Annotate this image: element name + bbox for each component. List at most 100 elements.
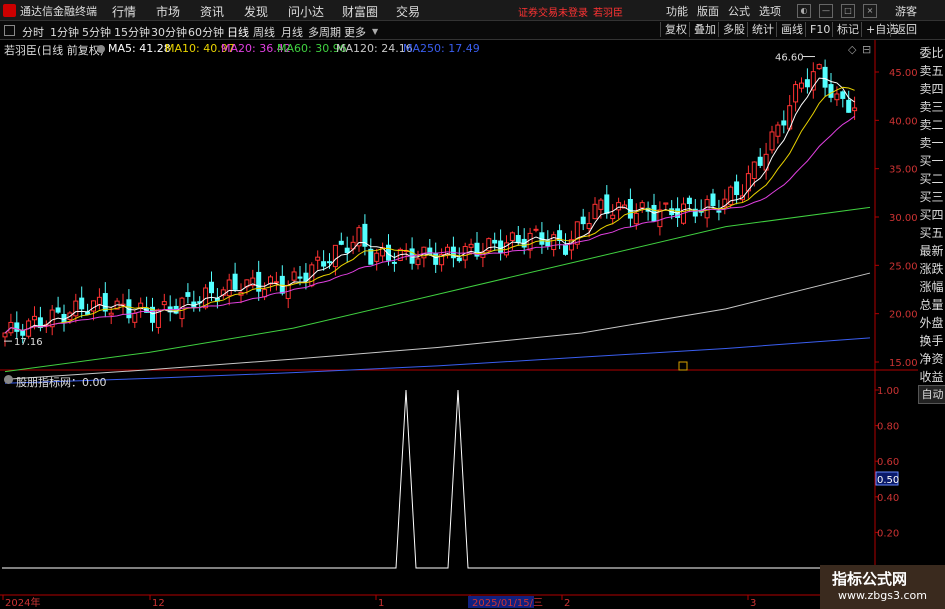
menu-trade[interactable]: 交易 <box>396 3 420 20</box>
candle <box>822 66 828 88</box>
side-item-4[interactable]: 卖二 <box>918 116 945 134</box>
watermark-url: www.zbgs3.com <box>838 589 927 602</box>
chevron-down-icon[interactable]: ▼ <box>372 27 378 36</box>
menu-ask[interactable]: 问小达 <box>288 3 324 20</box>
login-notice[interactable]: 证券交易未登录 <box>518 4 588 19</box>
side-item-14[interactable]: 总量 <box>918 296 945 314</box>
app-logo-icon <box>3 4 16 17</box>
candle <box>226 279 232 297</box>
candle <box>563 244 568 255</box>
side-item-1[interactable]: 卖五 <box>918 62 945 80</box>
candle <box>273 281 279 284</box>
candle <box>96 296 102 305</box>
candle <box>2 332 8 338</box>
menu-options[interactable]: 选项 <box>759 3 781 19</box>
skin-icon[interactable]: ◐ <box>797 4 811 18</box>
candle <box>804 79 810 88</box>
side-item-12[interactable]: 涨跌 <box>918 260 945 278</box>
chart-area[interactable]: 45.00 40.00 35.00 30.00 25.00 20.00 15.00 1.00 0… <box>0 40 918 609</box>
side-item-6[interactable]: 买一 <box>918 152 945 170</box>
side-item-17[interactable]: 净资 <box>918 350 945 368</box>
candle <box>828 84 834 98</box>
ma120-label: MA120: 24.16 <box>336 42 413 55</box>
close-icon[interactable]: × <box>863 4 877 18</box>
candle <box>704 199 710 219</box>
side-item-3[interactable]: 卖三 <box>918 98 945 116</box>
candle <box>627 199 633 219</box>
side-item-11[interactable]: 最新 <box>918 242 945 260</box>
side-item-7[interactable]: 买二 <box>918 170 945 188</box>
side-item-15[interactable]: 外盘 <box>918 314 945 332</box>
candle <box>79 297 85 310</box>
draw-line-button[interactable]: 画线 <box>776 22 807 37</box>
side-item-2[interactable]: 卖四 <box>918 80 945 98</box>
side-item-5[interactable]: 卖一 <box>918 134 945 152</box>
candle <box>799 82 804 89</box>
period-more[interactable]: 更多 <box>344 24 366 40</box>
candle <box>663 202 669 205</box>
candle <box>20 330 26 336</box>
f10-button[interactable]: F10 <box>805 22 834 37</box>
overlay-button[interactable]: 叠加 <box>689 22 720 37</box>
candle <box>368 248 374 265</box>
menu-wealth[interactable]: 财富圈 <box>342 3 378 20</box>
toggle-icon[interactable] <box>4 25 15 36</box>
mark-button[interactable]: 标记 <box>832 22 863 37</box>
indicator-tick-label: 0.40 <box>877 493 899 504</box>
period-1min[interactable]: 1分钟 <box>50 24 79 40</box>
side-item-16[interactable]: 换手 <box>918 332 945 350</box>
candle <box>751 161 757 180</box>
period-15min[interactable]: 15分钟 <box>114 24 150 40</box>
candle <box>775 124 781 137</box>
menu-formula[interactable]: 公式 <box>728 3 750 19</box>
candle <box>108 312 114 316</box>
candle <box>580 216 586 225</box>
candle <box>716 210 722 213</box>
candle <box>332 244 338 268</box>
side-item-9[interactable]: 买四 <box>918 206 945 224</box>
price-tick-label: 45.00 <box>889 68 918 79</box>
period-30min[interactable]: 30分钟 <box>151 24 187 40</box>
back-button[interactable]: 返回 <box>890 22 921 37</box>
menu-discover[interactable]: 发现 <box>244 3 268 20</box>
diamond-icon[interactable]: ◇ <box>848 43 856 56</box>
candle <box>91 300 96 312</box>
app-name: 通达信金融终端 <box>20 5 97 18</box>
indicator-tick-label: 0.60 <box>877 457 899 468</box>
minimize-icon[interactable]: — <box>819 4 833 18</box>
menu-function[interactable]: 功能 <box>666 3 688 19</box>
menu-layout[interactable]: 版面 <box>697 3 719 19</box>
guest-label[interactable]: 游客 <box>895 3 917 19</box>
collapse-icon[interactable]: ⊟ <box>862 43 871 56</box>
side-item-8[interactable]: 买三 <box>918 188 945 206</box>
side-item-18[interactable]: 收益 <box>918 368 945 386</box>
period-daily[interactable]: 日线 <box>227 24 249 40</box>
adjust-button[interactable]: 复权 <box>660 22 691 37</box>
period-tick[interactable]: 分时 <box>22 24 44 40</box>
period-monthly[interactable]: 月线 <box>281 24 303 40</box>
multi-stock-button[interactable]: 多股 <box>718 22 749 37</box>
settings-dot-icon[interactable] <box>97 45 105 53</box>
menu-news[interactable]: 资讯 <box>200 3 224 20</box>
menu-market[interactable]: 市场 <box>156 3 180 20</box>
time-tick-label: 2025/01/15/三 <box>472 598 543 609</box>
side-item-13[interactable]: 涨幅 <box>918 278 945 296</box>
side-item-10[interactable]: 买五 <box>918 224 945 242</box>
candle <box>639 202 645 209</box>
indicator-settings-icon[interactable] <box>4 375 13 384</box>
candle <box>616 202 622 211</box>
indicator-legend: 股朋指标网：0.00 <box>16 376 107 389</box>
period-60min[interactable]: 60分钟 <box>188 24 224 40</box>
period-weekly[interactable]: 周线 <box>253 24 275 40</box>
period-multi[interactable]: 多周期 <box>308 24 341 40</box>
side-item-0[interactable]: 委比 <box>918 44 945 62</box>
period-5min[interactable]: 5分钟 <box>82 24 111 40</box>
candle <box>321 261 327 267</box>
statistics-button[interactable]: 统计 <box>747 22 778 37</box>
watermark-title: 指标公式网 <box>832 570 908 588</box>
auto-button[interactable]: 自动 <box>918 385 945 404</box>
price-tick-label: 25.00 <box>889 261 918 272</box>
candle <box>846 99 852 113</box>
menu-quotes[interactable]: 行情 <box>112 3 136 20</box>
maximize-icon[interactable]: □ <box>841 4 855 18</box>
